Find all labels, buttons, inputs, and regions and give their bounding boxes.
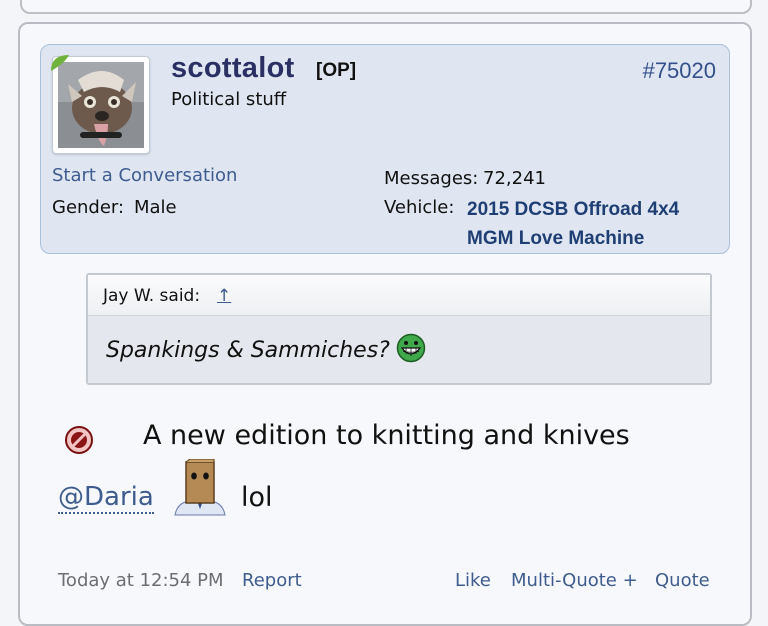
post-body-line: lol [241,482,273,513]
multi-quote-button[interactable]: Multi-Quote + [511,570,638,591]
gender-value: Male [134,197,177,218]
vehicle-value: 2015 DCSB Offroad 4x4 MGM Love Machine [467,199,680,249]
start-conversation-link[interactable]: Start a Conversation [52,165,237,186]
jump-to-quote-link[interactable]: ↑ [217,286,231,306]
op-badge: [OP] [316,60,357,81]
messages-label: Messages: [384,168,479,189]
post-number-link[interactable]: #75020 [643,58,716,84]
quote-header: Jay W. said: ↑ [88,275,710,316]
mention-link[interactable]: @Daria [58,482,154,514]
username-link[interactable]: scottalot [171,52,295,85]
quote-block: Jay W. said: ↑ Spankings & Sammiches? [86,273,712,385]
online-leaf-icon [51,55,69,71]
post-body-line: A new edition to knitting and knives [143,420,630,451]
gender-label: Gender: [52,197,125,218]
avatar-image [58,62,144,148]
quote-text: Spankings & Sammiches? [106,338,390,363]
previous-post-card [20,0,752,14]
user-title: Political stuff [171,89,287,110]
avatar[interactable] [51,55,150,154]
post-timestamp[interactable]: Today at 12:54 PM [58,570,224,591]
grin-smiley-icon [396,333,426,363]
paper-bag-head-icon [174,459,226,516]
quote-author: Jay W. said: [103,286,201,306]
messages-value: 72,241 [483,168,546,189]
like-button[interactable]: Like [455,570,491,591]
vehicle-label: Vehicle: [384,197,455,218]
no-entry-icon [65,426,93,454]
report-button[interactable]: Report [242,570,302,591]
quote-button[interactable]: Quote [655,570,710,591]
